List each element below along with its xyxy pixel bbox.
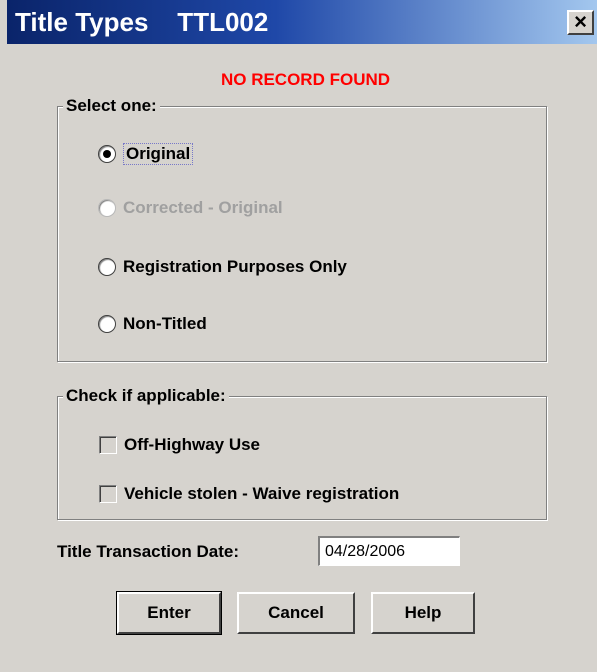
radio-button-registration-purposes-only[interactable] <box>98 258 116 276</box>
checkbox-box-vehicle-stolen[interactable] <box>99 485 117 503</box>
help-button[interactable]: Help <box>371 592 475 634</box>
cancel-button[interactable]: Cancel <box>237 592 355 634</box>
radio-original[interactable]: Original <box>98 143 194 165</box>
radio-button-corrected-original <box>98 199 116 217</box>
cancel-button-label: Cancel <box>268 603 324 622</box>
check-if-applicable-label: Check if applicable: <box>63 386 229 406</box>
dialog-content: NO RECORD FOUND Select one: Original Cor… <box>7 44 597 672</box>
checkbox-label-off-highway-use: Off-Highway Use <box>124 435 261 454</box>
title-bar[interactable]: Title Types TTL002 × <box>7 0 597 44</box>
enter-button[interactable]: Enter <box>116 591 222 635</box>
select-one-label: Select one: <box>63 96 160 116</box>
checkbox-off-highway-use[interactable]: Off-Highway Use <box>99 434 260 456</box>
radio-button-original[interactable] <box>98 145 116 163</box>
close-button[interactable]: × <box>567 10 594 35</box>
radio-label-non-titled: Non-Titled <box>123 314 207 333</box>
status-message: NO RECORD FOUND <box>220 70 391 89</box>
title-types-dialog: Title Types TTL002 × NO RECORD FOUND Sel… <box>0 0 597 672</box>
radio-non-titled[interactable]: Non-Titled <box>98 313 207 335</box>
checkbox-vehicle-stolen[interactable]: Vehicle stolen - Waive registration <box>99 483 399 505</box>
title-transaction-date-label: Title Transaction Date: <box>57 542 240 561</box>
checkbox-label-vehicle-stolen: Vehicle stolen - Waive registration <box>124 484 400 503</box>
close-icon: × <box>574 9 587 34</box>
radio-label-original: Original <box>123 143 194 165</box>
radio-label-registration-purposes-only: Registration Purposes Only <box>123 257 347 276</box>
window-title: Title Types TTL002 <box>15 7 269 37</box>
checkbox-box-off-highway-use[interactable] <box>99 436 117 454</box>
radio-registration-purposes-only[interactable]: Registration Purposes Only <box>98 256 347 278</box>
help-button-label: Help <box>404 603 442 622</box>
enter-button-label: Enter <box>147 603 191 622</box>
radio-button-non-titled[interactable] <box>98 315 116 333</box>
radio-corrected-original: Corrected - Original <box>98 197 283 219</box>
title-transaction-date-input[interactable] <box>318 536 460 566</box>
radio-label-corrected-original: Corrected - Original <box>123 198 283 217</box>
